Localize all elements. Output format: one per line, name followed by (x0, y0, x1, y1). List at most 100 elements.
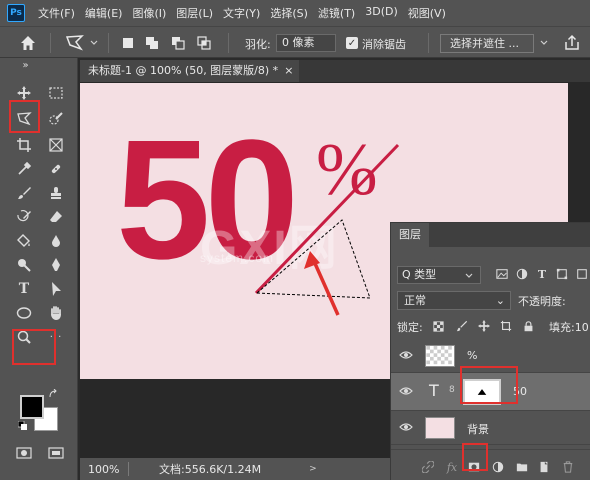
new-group-icon[interactable] (515, 460, 529, 474)
mask-triangle-icon (477, 389, 487, 395)
quick-mask-icon[interactable] (13, 442, 35, 464)
layer-thumbnail (425, 417, 455, 439)
move-tool-icon[interactable] (13, 82, 35, 104)
chevron-down-icon[interactable] (465, 272, 473, 280)
antialias-label: 消除锯齿 (362, 38, 406, 51)
blend-mode-select[interactable]: 正常 ⌄ (397, 291, 511, 310)
marquee-tool-icon[interactable] (45, 82, 67, 104)
polygonal-lasso-icon[interactable] (64, 33, 86, 53)
healing-brush-tool-icon[interactable] (45, 158, 67, 180)
eye-icon[interactable] (399, 385, 413, 397)
history-brush-tool-icon[interactable] (13, 206, 35, 228)
options-divider (108, 33, 109, 53)
zoom-tool-icon[interactable] (13, 326, 35, 348)
zoom-level[interactable]: 100% (88, 463, 128, 476)
chevron-down-icon: ⌄ (495, 294, 505, 307)
lock-transparent-pixels-icon[interactable] (431, 319, 445, 333)
eyedropper-tool-icon[interactable] (13, 158, 35, 180)
ellipse-tool-icon[interactable] (13, 302, 35, 324)
antialias-checkbox[interactable]: ✓ (346, 37, 358, 49)
options-divider (428, 33, 429, 53)
more-tools-icon[interactable]: ··· (45, 326, 67, 348)
menu-view[interactable]: 视图(V) (403, 5, 451, 21)
intersect-selection-icon[interactable] (197, 36, 211, 50)
type-tool-icon[interactable]: T (13, 278, 35, 300)
text-layer-type-icon: T (429, 381, 439, 400)
feather-label: 羽化: (245, 38, 271, 51)
filter-smart-object-icon[interactable] (575, 267, 589, 281)
select-and-mask-button[interactable]: 选择并遮住 ... (440, 34, 534, 53)
menu-select[interactable]: 选择(S) (265, 5, 313, 21)
document-tab-title: 未标题-1 @ 100% (50, 图层蒙版/8) * (88, 64, 279, 77)
clone-stamp-tool-icon[interactable] (45, 182, 67, 204)
layer-row-50[interactable]: T 8 50 (391, 373, 590, 411)
eye-icon[interactable] (399, 421, 413, 433)
layer-mask-thumbnail[interactable] (463, 379, 501, 405)
layers-footer: fx (391, 449, 590, 480)
layer-thumbnail (425, 345, 455, 367)
options-divider (50, 33, 51, 53)
polygonal-lasso-tool-icon[interactable] (13, 108, 35, 130)
layer-row-background[interactable]: 背景 (391, 411, 590, 445)
options-divider (228, 33, 229, 53)
filter-pixel-icon[interactable] (495, 267, 509, 281)
subtract-from-selection-icon[interactable] (171, 36, 185, 50)
new-layer-icon[interactable] (537, 460, 551, 474)
menu-layer[interactable]: 图层(L) (171, 5, 218, 21)
share-icon[interactable] (562, 33, 582, 53)
main-menu: 文件(F) 编辑(E) 图像(I) 图层(L) 文字(Y) 选择(S) 滤镜(T… (33, 5, 451, 21)
paint-bucket-tool-icon[interactable] (13, 230, 35, 252)
lock-image-pixels-icon[interactable] (455, 319, 469, 333)
menu-type[interactable]: 文字(Y) (218, 5, 265, 21)
frame-tool-icon[interactable] (45, 134, 67, 156)
screen-mode-icon[interactable] (45, 442, 67, 464)
adjustment-layer-icon[interactable] (491, 460, 505, 474)
lock-artboard-icon[interactable] (499, 319, 513, 333)
filter-shape-icon[interactable] (555, 267, 569, 281)
add-layer-mask-icon[interactable] (467, 460, 481, 474)
opacity-label: 不透明度: (518, 295, 566, 308)
document-tab-bar: 未标题-1 @ 100% (50, 图层蒙版/8) * × (80, 60, 590, 82)
foreground-color-swatch[interactable] (20, 395, 44, 419)
lock-all-icon[interactable] (521, 319, 535, 333)
close-icon[interactable]: × (284, 60, 293, 82)
feather-input[interactable]: 0 像素 (276, 34, 336, 52)
new-selection-icon[interactable] (121, 36, 135, 50)
fill-value[interactable]: 10 (575, 321, 589, 334)
link-layers-icon[interactable] (421, 460, 435, 474)
menu-edit[interactable]: 编辑(E) (80, 5, 128, 21)
blur-tool-icon[interactable] (45, 230, 67, 252)
crop-tool-icon[interactable] (13, 134, 35, 156)
menu-filter[interactable]: 滤镜(T) (313, 5, 360, 21)
delete-layer-icon[interactable] (561, 460, 575, 474)
add-to-selection-icon[interactable] (145, 36, 159, 50)
default-colors-icon[interactable] (18, 421, 28, 431)
options-bar: 羽化: 0 像素 ✓ 消除锯齿 选择并遮住 ... (0, 26, 590, 58)
brush-tool-icon[interactable] (13, 182, 35, 204)
menu-file[interactable]: 文件(F) (33, 5, 80, 21)
swap-colors-icon[interactable] (48, 389, 58, 399)
layer-row-percent[interactable]: % (391, 339, 590, 373)
layer-style-icon[interactable]: fx (445, 460, 459, 474)
lock-position-icon[interactable] (477, 319, 491, 333)
filter-adjustment-icon[interactable] (515, 267, 529, 281)
path-selection-tool-icon[interactable] (45, 278, 67, 300)
eye-icon[interactable] (399, 349, 413, 361)
filter-type-icon[interactable]: T (535, 267, 549, 281)
layers-tab-bar: 图层 (391, 223, 590, 247)
chevron-down-icon[interactable] (90, 39, 98, 47)
hand-tool-icon[interactable] (45, 302, 67, 324)
eraser-tool-icon[interactable] (45, 206, 67, 228)
document-tab[interactable]: 未标题-1 @ 100% (50, 图层蒙版/8) * × (80, 60, 300, 82)
menu-image[interactable]: 图像(I) (127, 5, 171, 21)
layers-tab[interactable]: 图层 (391, 223, 429, 247)
layer-name: % (467, 349, 478, 362)
dodge-tool-icon[interactable] (13, 254, 35, 276)
home-icon[interactable] (18, 33, 38, 53)
pen-tool-icon[interactable] (45, 254, 67, 276)
quick-selection-tool-icon[interactable] (45, 108, 67, 130)
panel-grip-icon[interactable]: » (15, 60, 37, 71)
menu-3d[interactable]: 3D(D) (360, 5, 403, 21)
chevron-down-icon[interactable] (540, 39, 548, 47)
status-more-icon[interactable]: > (309, 464, 317, 474)
